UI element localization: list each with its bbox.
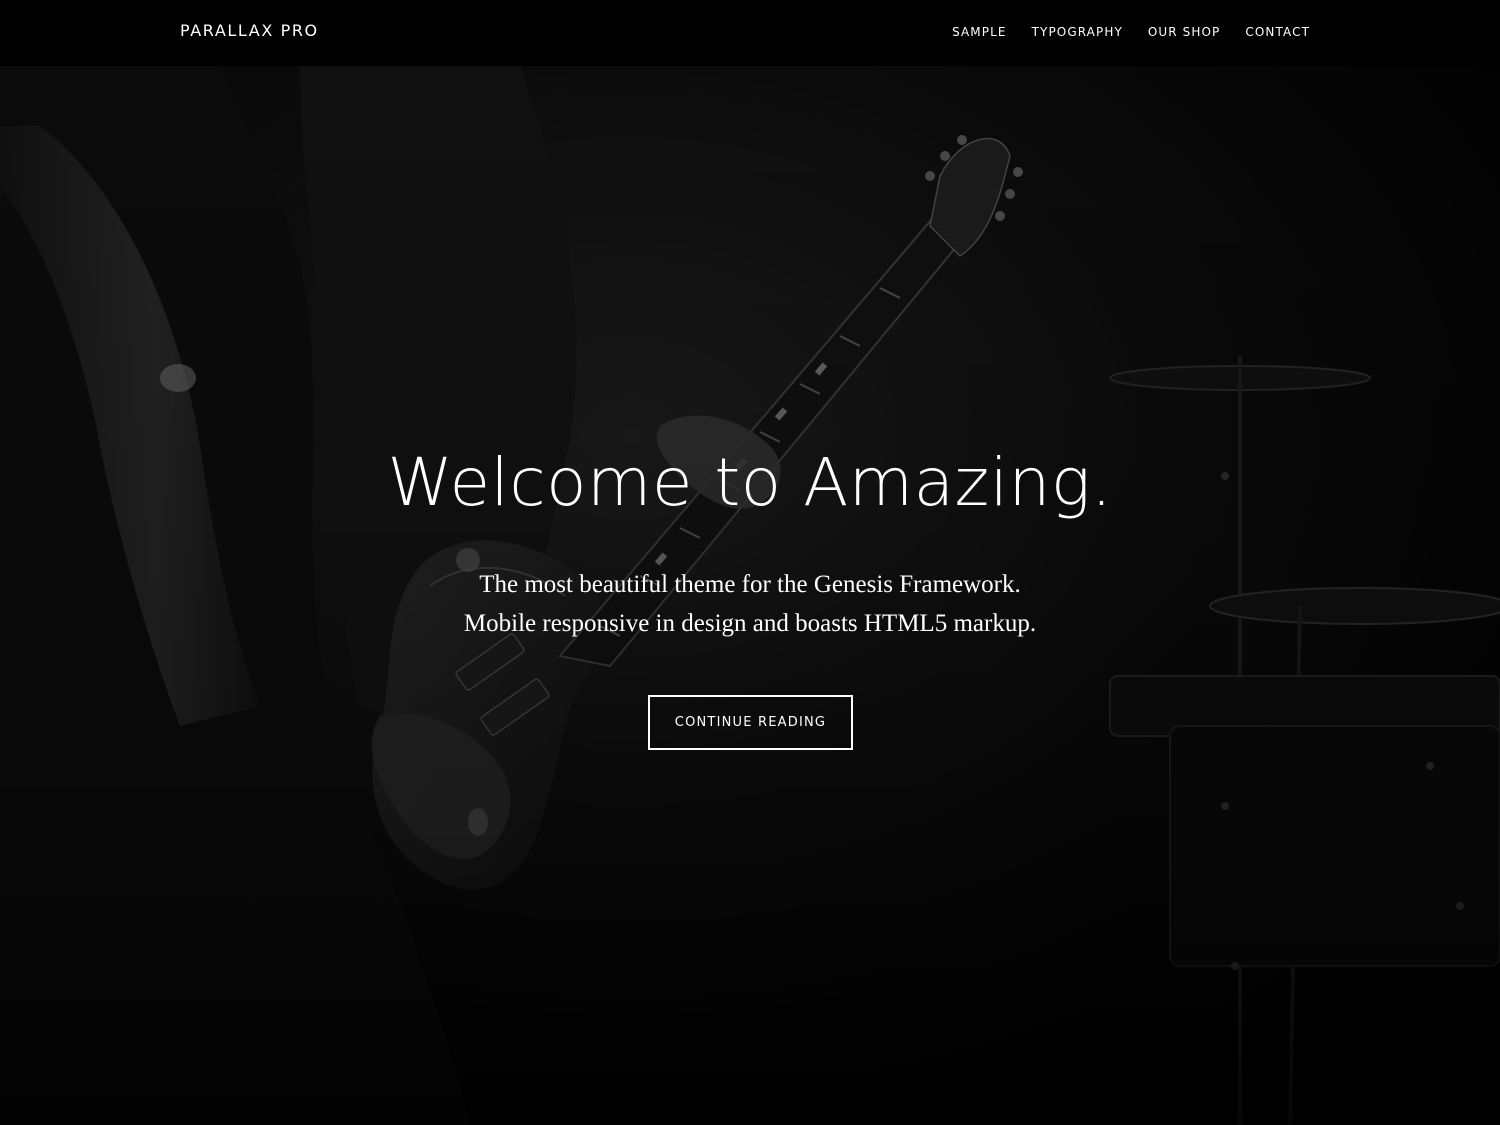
nav-item-our-shop[interactable]: OUR SHOP <box>1148 25 1221 39</box>
nav-item-sample[interactable]: SAMPLE <box>952 25 1007 39</box>
site-header: PARALLAX PRO SAMPLE TYPOGRAPHY OUR SHOP … <box>0 0 1500 66</box>
nav-item-contact[interactable]: CONTACT <box>1245 25 1310 39</box>
primary-nav: SAMPLE TYPOGRAPHY OUR SHOP CONTACT <box>927 25 1310 39</box>
site-title[interactable]: PARALLAX PRO <box>180 21 319 40</box>
continue-reading-button[interactable]: CONTINUE READING <box>648 695 853 750</box>
hero-subtitle-line-1: The most beautiful theme for the Genesis… <box>479 571 1021 598</box>
hero-subtitle-line-2: Mobile responsive in design and boasts H… <box>463 610 1037 637</box>
nav-item-typography[interactable]: TYPOGRAPHY <box>1032 25 1123 39</box>
hero-content: Welcome to Amazing. The most beautiful t… <box>0 66 1500 1125</box>
hero-section: Welcome to Amazing. The most beautiful t… <box>0 66 1500 1125</box>
hero-heading: Welcome to Amazing. <box>387 444 1113 521</box>
